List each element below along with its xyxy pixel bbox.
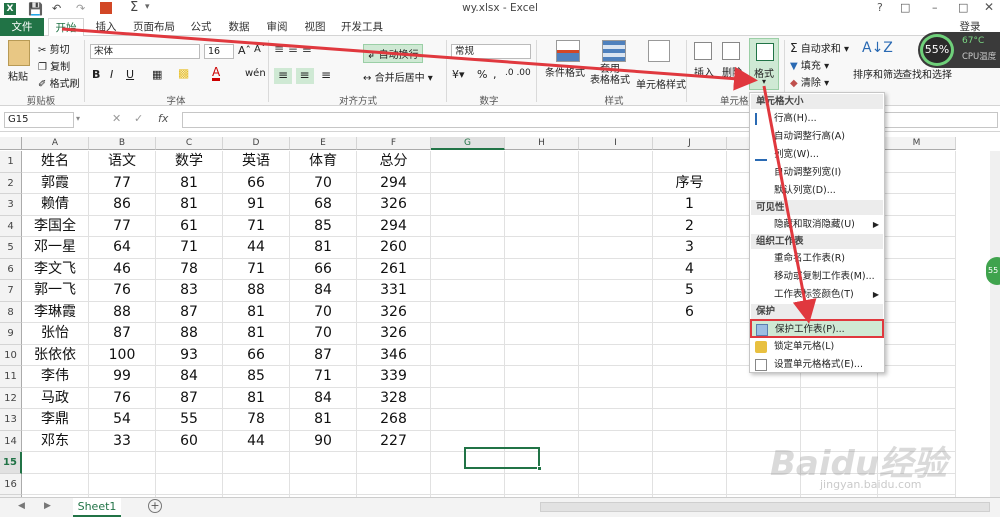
arrow-to-protect bbox=[762, 85, 817, 324]
arrow-to-format bbox=[61, 27, 758, 91]
annotation-arrows bbox=[61, 27, 817, 324]
